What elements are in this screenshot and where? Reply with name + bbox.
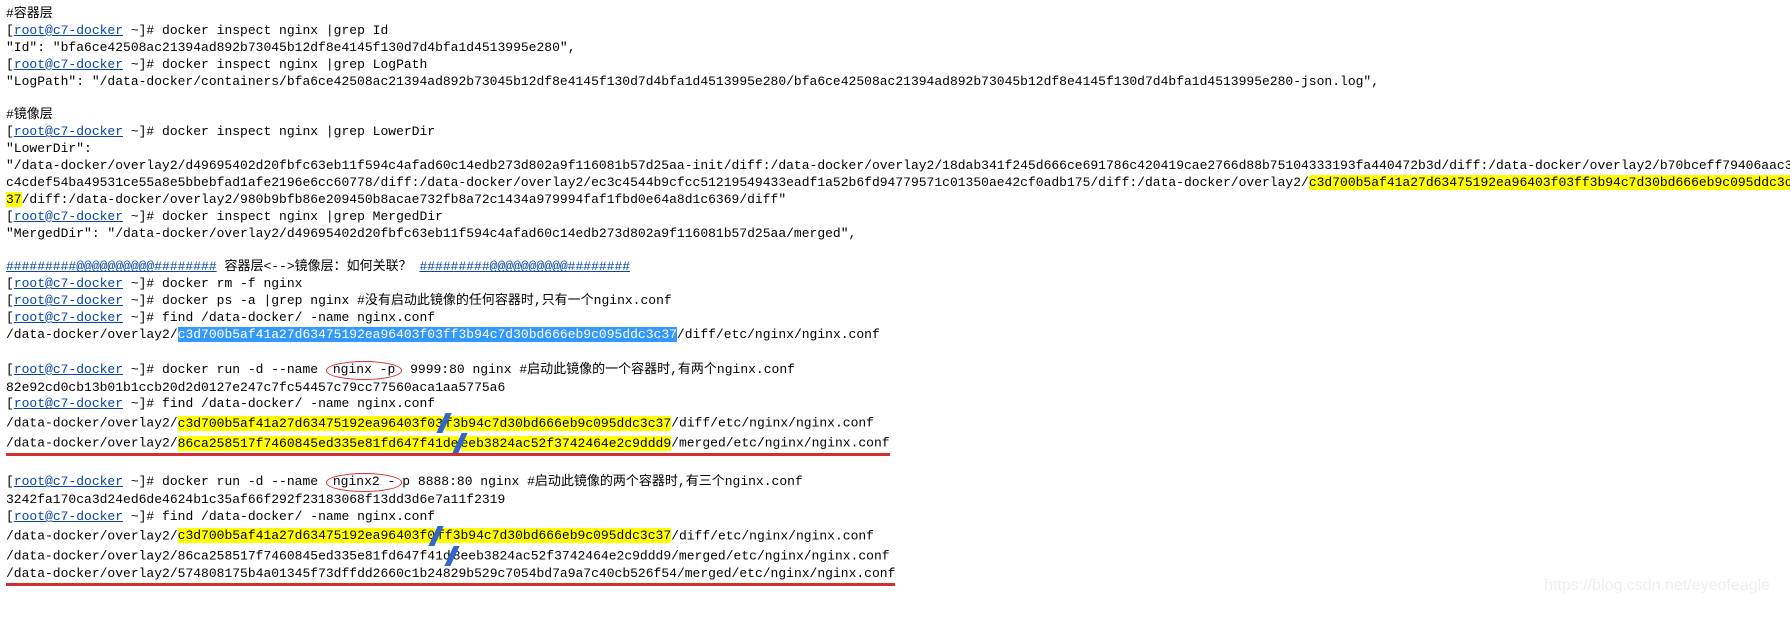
prompt-link[interactable]: root@c7-docker [14,57,123,72]
circled-name: nginx2 - [326,473,402,492]
terminal-line: [root@c7-docker ~]# find /data-docker/ -… [6,310,1790,327]
divider-link[interactable]: #########@@@@@@@@@@######## [419,259,630,274]
terminal-line: [root@c7-docker ~]# docker inspect nginx… [6,209,1790,226]
terminal-output: /data-docker/overlay2/c3d700b5af41a27d63… [6,413,1790,433]
prompt-link[interactable]: root@c7-docker [14,124,123,139]
terminal-output: /data-docker/overlay2/c3d700b5af41a27d63… [6,526,1790,546]
prompt-link[interactable]: root@c7-docker [14,23,123,38]
prompt-link[interactable]: root@c7-docker [14,293,123,308]
terminal-line: [root@c7-docker ~]# docker inspect nginx… [6,124,1790,141]
terminal-output: "LowerDir": [6,141,1790,158]
hash-highlight: eeb3824ac52f3742464e2c9ddd9 [461,436,672,451]
terminal-line: [root@c7-docker ~]# docker run -d --name… [6,361,1790,380]
terminal-line: [root@c7-docker ~]# docker ps -a |grep n… [6,293,1790,310]
terminal-line: [root@c7-docker ~]# docker inspect nginx… [6,23,1790,40]
prompt-link[interactable]: root@c7-docker [14,474,123,489]
terminal-output: /data-docker/overlay2/574808175b4a01345f… [6,566,1790,586]
prompt-link[interactable]: root@c7-docker [14,509,123,524]
terminal-output: /data-docker/overlay2/c3d700b5af41a27d63… [6,327,1790,344]
prompt-link[interactable]: root@c7-docker [14,209,123,224]
terminal-line: [root@c7-docker ~]# docker run -d --name… [6,473,1790,492]
terminal-output: "MergedDir": "/data-docker/overlay2/d496… [6,226,1790,243]
prompt-link[interactable]: root@c7-docker [14,396,123,411]
section-header: #容器层 [6,6,1790,23]
divider-line: #########@@@@@@@@@@######## 容器层<-->镜像层：如… [6,259,1790,276]
prompt-link[interactable]: root@c7-docker [14,362,123,377]
divider-link[interactable]: #########@@@@@@@@@@######## [6,259,217,274]
hash-highlight: c3d700b5af41a27d63475192ea96403f03ff3b94… [178,327,677,342]
prompt-link[interactable]: root@c7-docker [14,276,123,291]
hash-highlight: 86ca258517f7460845ed335e81fd647f41de [178,436,459,451]
terminal-line: [root@c7-docker ~]# find /data-docker/ -… [6,396,1790,413]
terminal-output: "/data-docker/overlay2/d49695402d20fbfc6… [6,158,1790,209]
hash-highlight: c3d700b5af41a27d63475192ea96403f0 [178,528,435,543]
hash-highlight: f3b94c7d30bd666eb9c095ddc3c37 [445,416,671,431]
terminal-output: /data-docker/overlay2/86ca258517f7460845… [6,433,1790,456]
terminal-output: "LogPath": "/data-docker/containers/bfa6… [6,74,1790,91]
section-header: #镜像层 [6,107,1790,124]
prompt-link[interactable]: root@c7-docker [14,310,123,325]
terminal-output: "Id": "bfa6ce42508ac21394ad892b73045b12d… [6,40,1790,57]
hash-highlight: ff3b94c7d30bd666eb9c095ddc3c37 [437,528,671,543]
hash-highlight: c3d700b5af41a27d63475192ea96403f03 [178,416,443,431]
terminal-output: /data-docker/overlay2/86ca258517f7460845… [6,546,1790,566]
circled-name: nginx -p [326,361,402,380]
terminal-line: [root@c7-docker ~]# docker inspect nginx… [6,57,1790,74]
terminal-line: [root@c7-docker ~]# docker rm -f nginx [6,276,1790,293]
terminal-line: [root@c7-docker ~]# find /data-docker/ -… [6,509,1790,526]
terminal-output: 3242fa170ca3d24ed6de4624b1c35af66f292f23… [6,492,1790,509]
terminal-output: 82e92cd0cb13b01b1ccb20d2d0127e247c7fc544… [6,380,1790,397]
